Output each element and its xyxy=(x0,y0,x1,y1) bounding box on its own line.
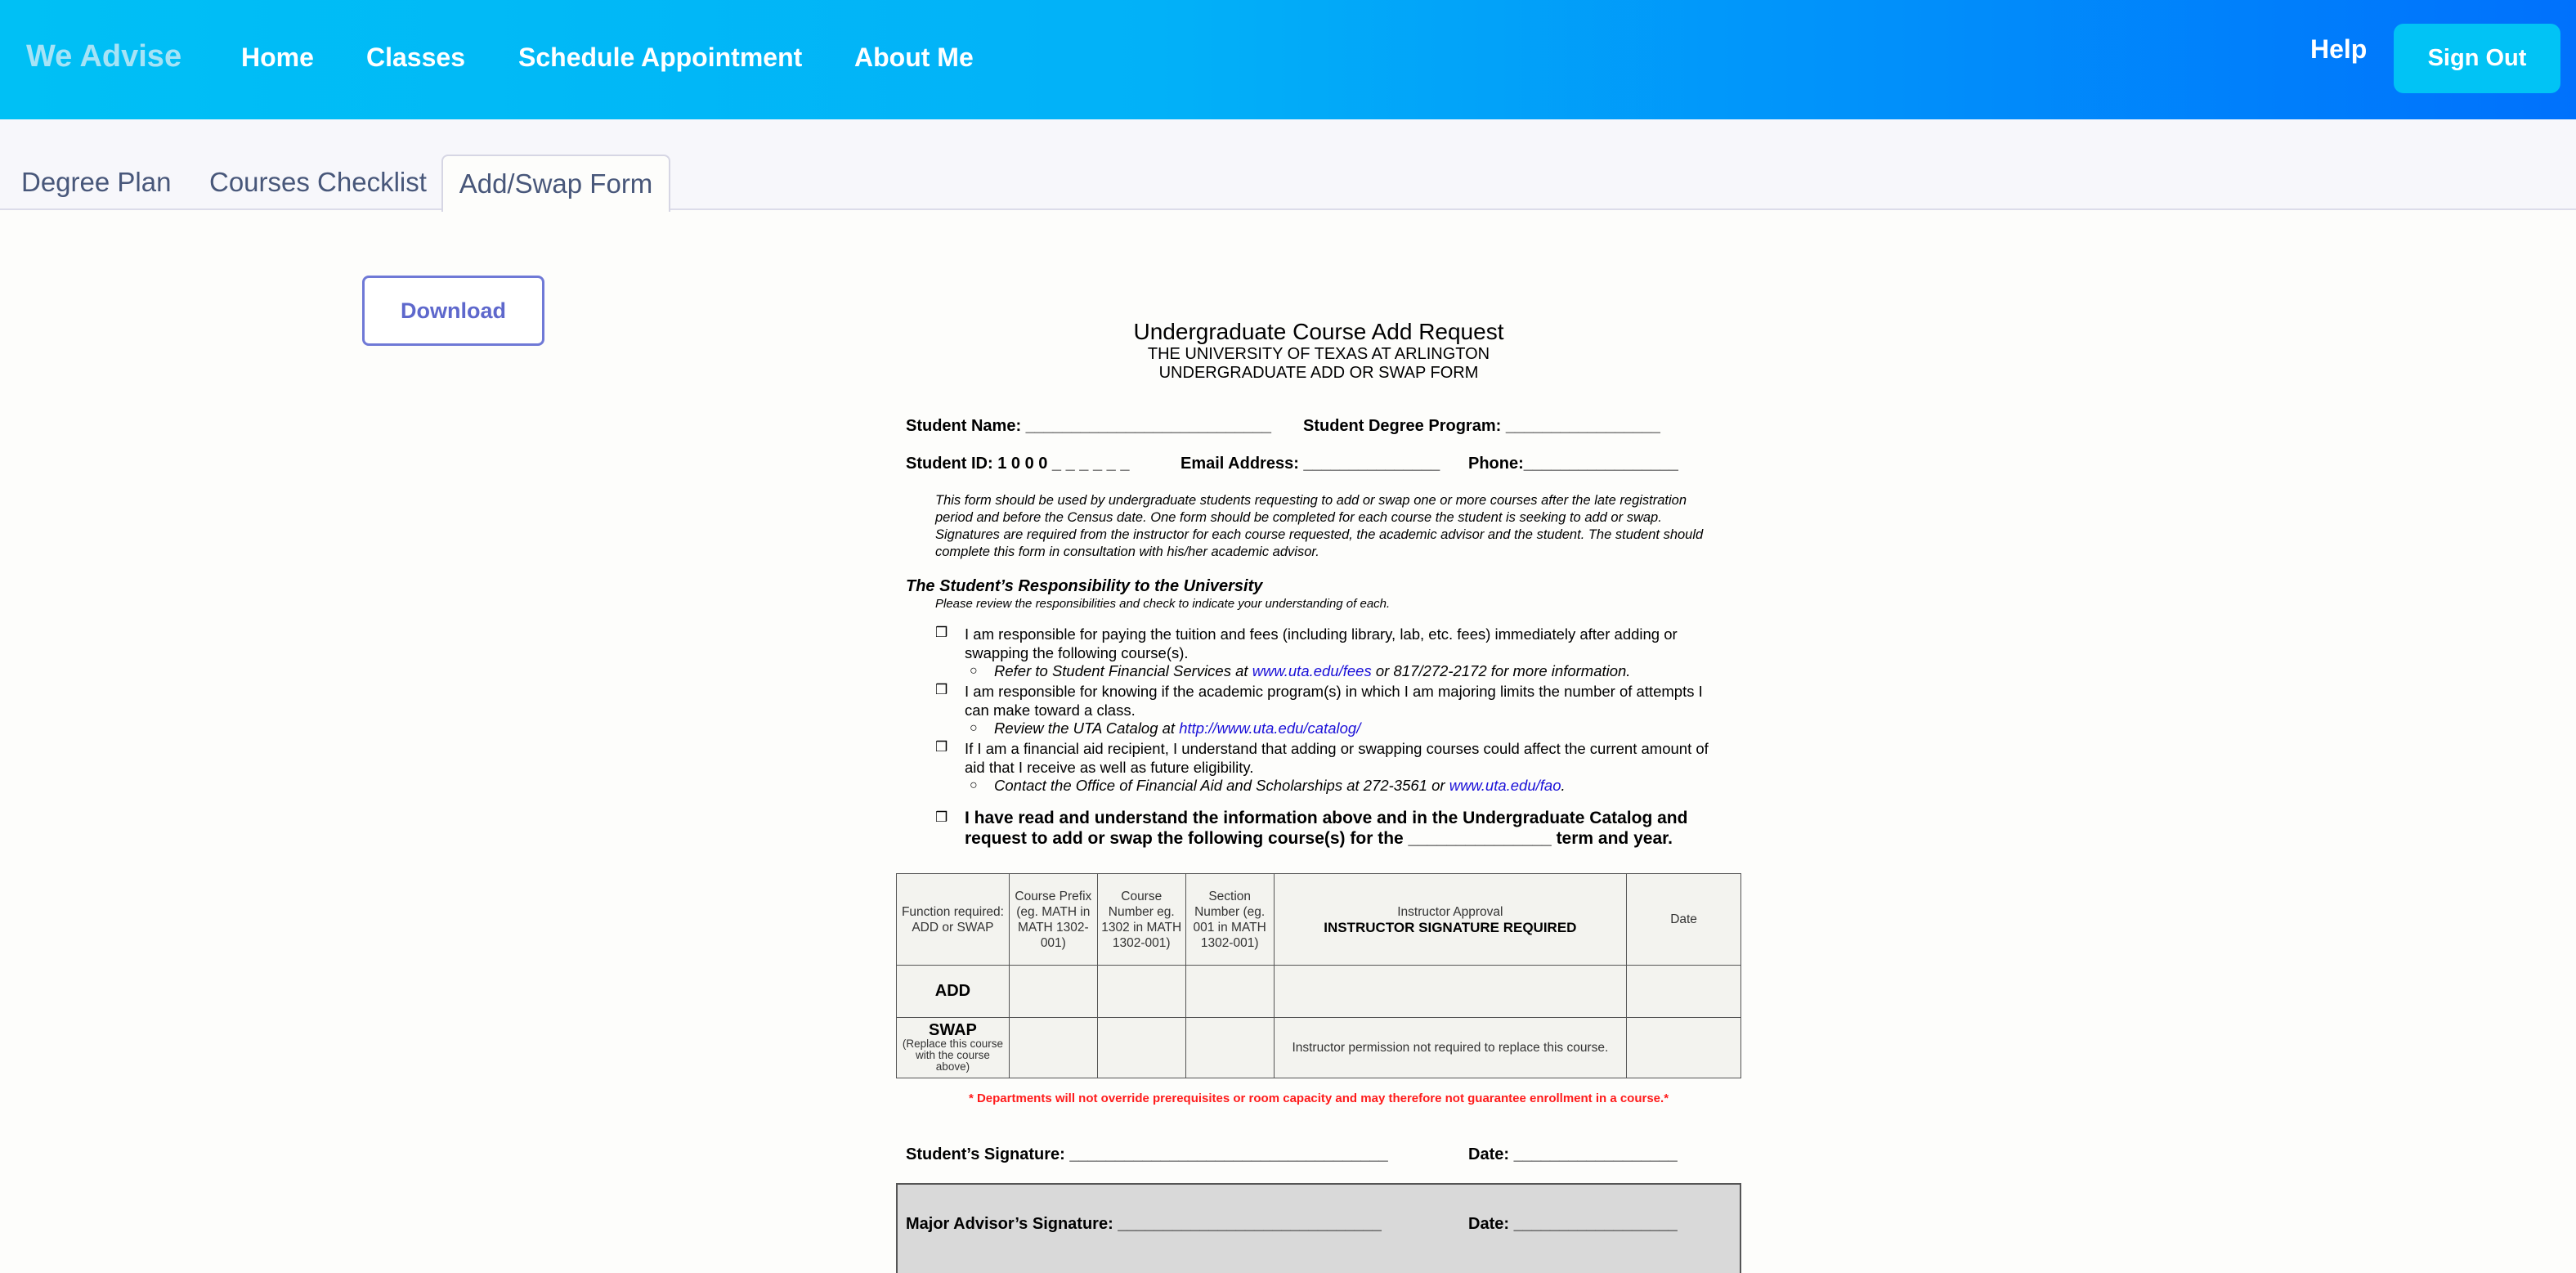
table-row: ADD xyxy=(896,965,1741,1018)
tab-courses-checklist[interactable]: Courses Checklist xyxy=(209,167,427,198)
header-instructor-approval: Instructor Approval INSTRUCTOR SIGNATURE… xyxy=(1273,873,1628,966)
phone-field: Phone:_________________ xyxy=(1468,455,1678,473)
tab-degree-plan[interactable]: Degree Plan xyxy=(21,167,171,198)
responsibility-instructions: Please review the responsibilities and c… xyxy=(935,597,1391,611)
catalog-link[interactable]: http://www.uta.edu/catalog/ xyxy=(1179,719,1360,737)
sign-out-button[interactable]: Sign Out xyxy=(2394,24,2560,93)
nav-schedule-appointment[interactable]: Schedule Appointment xyxy=(518,43,802,73)
header-course-prefix: Course Prefix (eg. MATH in MATH 1302-001… xyxy=(1008,873,1098,966)
row-add-label: ADD xyxy=(896,965,1010,1018)
final-statement: I have read and understand the informati… xyxy=(965,809,1688,848)
responsibility-subitem: ○ Review the UTA Catalog at http://www.ut… xyxy=(970,719,1361,737)
form-subtitle: UNDERGRADUATE ADD OR SWAP FORM xyxy=(1158,364,1479,382)
nav-about-me[interactable]: About Me xyxy=(854,43,974,73)
form-university: THE UNIVERSITY OF TEXAS AT ARLINGTON xyxy=(1147,345,1490,363)
top-navbar: We Advise Home Classes Schedule Appointm… xyxy=(0,0,2576,119)
swap-instructor-note: Instructor permission not required to re… xyxy=(1273,1017,1628,1078)
instructor-required-label: INSTRUCTOR SIGNATURE REQUIRED xyxy=(1324,919,1577,935)
student-date-field: Date: __________________ xyxy=(1468,1145,1678,1163)
course-table: Function required: ADD or SWAP Course Pr… xyxy=(896,873,1741,1078)
bullet-icon: ○ xyxy=(970,721,978,735)
bullet-icon: ○ xyxy=(970,778,978,792)
responsibility-item: If I am a financial aid recipient, I und… xyxy=(965,740,1709,776)
departments-warning: * Departments will not override prerequi… xyxy=(968,1091,1669,1105)
degree-program-field: Student Degree Program: ________________… xyxy=(1303,417,1660,435)
student-signature-field: Student’s Signature: ___________________… xyxy=(906,1145,1388,1163)
nav-classes[interactable]: Classes xyxy=(366,43,465,73)
form-title: Undergraduate Course Add Request xyxy=(1133,319,1504,344)
header-date: Date xyxy=(1626,873,1741,966)
header-course-number: Course Number eg. 1302 in MATH 1302-001) xyxy=(1096,873,1186,966)
tab-add-swap-form[interactable]: Add/Swap Form xyxy=(441,155,670,212)
advisor-signature-field: Major Advisor’s Signature: _____________… xyxy=(906,1215,1382,1233)
header-section-number: Section Number (eg. 001 in MATH 1302-001… xyxy=(1185,873,1275,966)
responsibility-heading: The Student’s Responsibility to the Univ… xyxy=(906,577,1263,595)
responsibility-item: I am responsible for paying the tuition … xyxy=(965,625,1678,661)
responsibility-item: I am responsible for knowing if the acad… xyxy=(965,683,1703,719)
download-button[interactable]: Download xyxy=(362,276,544,346)
advisor-date-field: Date: __________________ xyxy=(1468,1215,1678,1233)
advisor-signature-section: Major Advisor’s Signature: _____________… xyxy=(896,1183,1741,1273)
checkbox-icon: ❒ xyxy=(935,809,948,825)
brand-logo[interactable]: We Advise xyxy=(26,39,181,74)
checkbox-icon: ❒ xyxy=(935,739,948,755)
student-id-field: Student ID: 1 0 0 0 _ _ _ _ _ _ xyxy=(906,455,1130,473)
bullet-icon: ○ xyxy=(970,664,978,678)
fao-link[interactable]: www.uta.edu/fao xyxy=(1449,777,1561,794)
help-link[interactable]: Help xyxy=(2310,34,2367,65)
email-field: Email Address: _______________ xyxy=(1180,455,1440,473)
checkbox-icon: ❒ xyxy=(935,625,948,640)
table-row: SWAP (Replace this course with the cours… xyxy=(896,1017,1741,1078)
tab-bar: Degree Plan Courses Checklist Add/Swap F… xyxy=(0,119,2576,212)
responsibility-subitem: ○ Refer to Student Financial Services at … xyxy=(970,662,1631,679)
form-intro: This form should be used by undergraduat… xyxy=(935,493,1704,559)
responsibility-subitem: ○ Contact the Office of Financial Aid and… xyxy=(970,777,1566,794)
swap-note: (Replace this course with the course abo… xyxy=(902,1038,1003,1073)
row-swap-label: SWAP (Replace this course with the cours… xyxy=(896,1017,1010,1078)
header-function: Function required: ADD or SWAP xyxy=(896,873,1010,966)
student-name-field: Student Name: __________________________… xyxy=(906,417,1272,435)
checkbox-icon: ❒ xyxy=(935,682,948,697)
fees-link[interactable]: www.uta.edu/fees xyxy=(1252,662,1372,679)
nav-home[interactable]: Home xyxy=(241,43,314,73)
